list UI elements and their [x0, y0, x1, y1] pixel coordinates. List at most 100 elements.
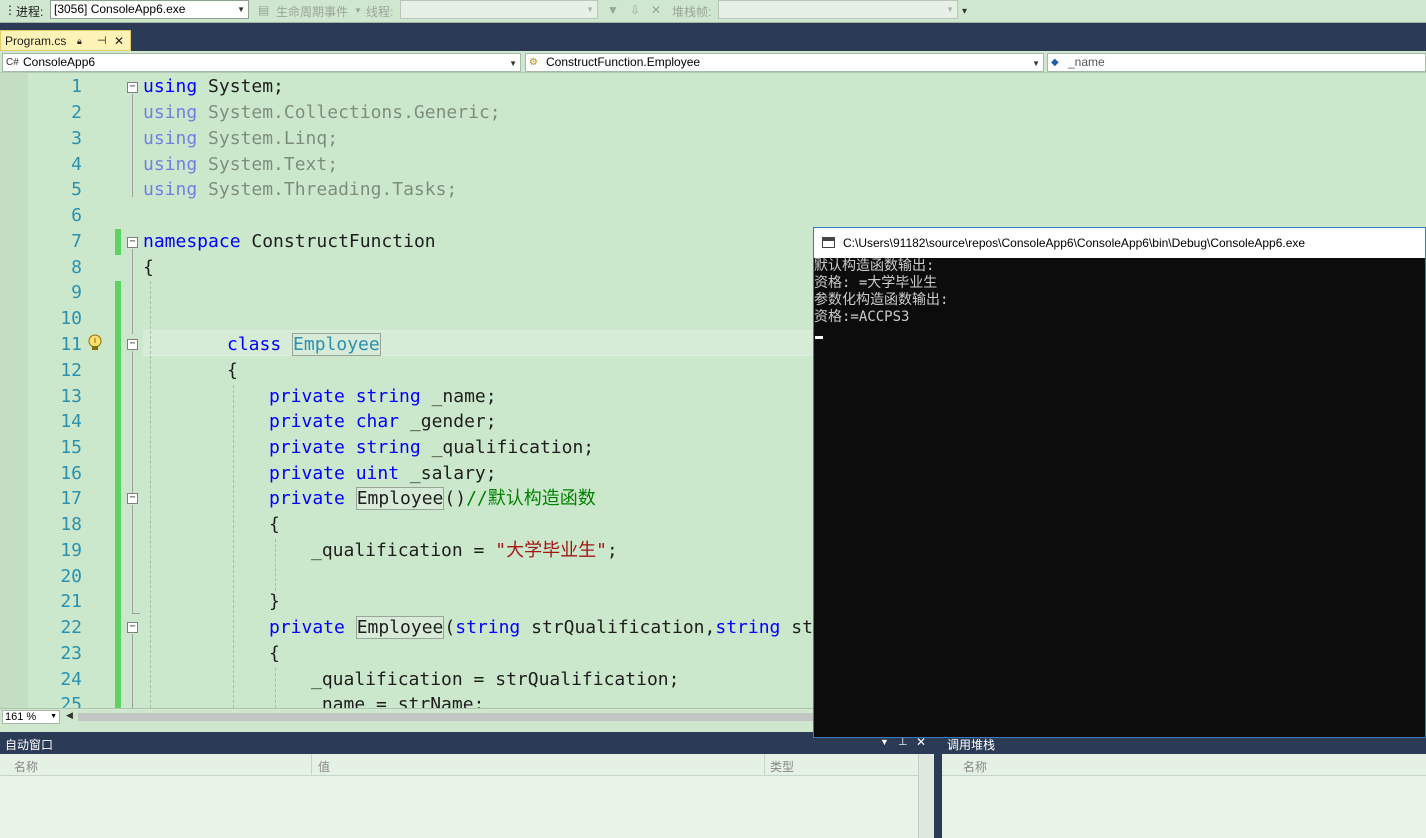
line-number: 24 — [60, 669, 82, 690]
lightbulb-icon[interactable] — [86, 333, 104, 353]
close-icon[interactable]: ✕ — [114, 34, 124, 48]
toolbar-overflow-icon[interactable]: ▾ — [962, 6, 967, 17]
type-dropdown[interactable]: ⚙ ConstructFunction.Employee ▼ — [525, 53, 1044, 72]
code-text: _gender; — [399, 411, 497, 432]
console-window[interactable]: C:\Users\91182\source\repos\ConsoleApp6\… — [813, 227, 1426, 738]
type-name: ConstructFunction.Employee — [546, 55, 701, 69]
method-name: Employee — [355, 616, 445, 639]
keyword: char — [355, 411, 400, 432]
code-text: ( — [444, 617, 456, 638]
string-literal: "大学毕业生" — [495, 540, 607, 561]
fold-line — [132, 94, 133, 197]
keyword: using — [143, 102, 198, 123]
line-number: 18 — [60, 514, 82, 535]
member-name: _name — [1068, 55, 1105, 69]
console-title-text: C:\Users\91182\source\repos\ConsoleApp6\… — [843, 236, 1306, 250]
line-number: 17 — [60, 488, 82, 509]
process-dropdown[interactable]: [3056] ConsoleApp6.exe ▼ — [50, 0, 249, 19]
keyword: uint — [355, 463, 400, 484]
autos-scrollbar[interactable] — [918, 754, 934, 838]
column-divider[interactable] — [764, 754, 765, 776]
column-name[interactable]: 名称 — [963, 758, 987, 775]
code-line: { — [269, 514, 280, 535]
code-line: using System.Threading.Tasks; — [143, 177, 457, 203]
stackframe-dropdown[interactable]: ▼ — [718, 0, 958, 19]
project-dropdown[interactable]: C# ConsoleApp6 ▼ — [2, 53, 521, 72]
field-icon: ◆ — [1051, 57, 1059, 68]
debug-location-toolbar: ⋮ 进程: [3056] ConsoleApp6.exe ▼ ▤ 生命周期事件 … — [0, 0, 1426, 23]
line-number: 23 — [60, 643, 82, 664]
chevron-down-icon: ▼ — [50, 713, 57, 720]
console-output-line: 默认构造函数输出: — [814, 258, 935, 274]
csharp-project-icon: C# — [6, 57, 19, 68]
keyword: private — [269, 463, 345, 484]
lifecycle-events-icon[interactable]: ▤ — [258, 3, 269, 17]
indent-guide — [233, 385, 234, 708]
line-number: 15 — [60, 437, 82, 458]
zoom-value: 161 % — [5, 711, 37, 723]
autos-list[interactable] — [0, 776, 918, 838]
thread-dropdown[interactable]: ▼ — [400, 0, 598, 19]
change-marker — [115, 281, 121, 708]
thread-label: 线程: — [366, 5, 394, 19]
keyword: string — [715, 617, 781, 638]
process-label: 进程: — [16, 5, 44, 19]
line-number: 14 — [60, 411, 82, 432]
collapse-icon[interactable]: − — [127, 339, 138, 350]
toolbar-grip: ⋮ — [4, 3, 16, 17]
keyword: using — [143, 179, 198, 200]
code-line: _qualification = strQualification; — [311, 669, 680, 690]
callstack-list[interactable] — [942, 776, 1426, 838]
line-number: 3 — [71, 128, 82, 149]
class-icon: ⚙ — [529, 57, 538, 68]
code-line: { — [227, 360, 238, 381]
line-number: 8 — [71, 257, 82, 278]
document-tab-strip — [0, 23, 1426, 51]
fold-line — [132, 505, 133, 613]
flag-thread-icon[interactable]: ▼ — [607, 3, 619, 17]
column-divider[interactable] — [311, 754, 312, 776]
tab-program-cs[interactable]: Program.cs 🔒︎ ⊣ ✕ — [0, 30, 131, 51]
pin-icon[interactable]: ⊣ — [97, 34, 107, 47]
fold-line — [132, 249, 133, 334]
code-line: _qualification = "大学毕业生"; — [311, 538, 618, 564]
column-value[interactable]: 值 — [318, 758, 330, 775]
window-position-icon[interactable]: ▼ — [880, 737, 889, 747]
expand-threads-icon[interactable]: ✕ — [651, 3, 661, 17]
code-line: { — [269, 643, 280, 664]
indent-guide — [275, 539, 276, 591]
collapse-icon[interactable]: − — [127, 493, 138, 504]
code-text: strQualification, — [520, 617, 716, 638]
chevron-down-icon: ▼ — [946, 5, 954, 14]
keyword: private — [269, 386, 345, 407]
member-dropdown[interactable]: ◆ _name — [1047, 53, 1426, 72]
column-name[interactable]: 名称 — [14, 758, 38, 775]
column-type[interactable]: 类型 — [770, 758, 794, 775]
code-line: private uint _salary; — [269, 461, 497, 487]
code-text: System; — [197, 76, 284, 97]
panel-divider[interactable] — [934, 732, 942, 838]
line-number: 9 — [71, 282, 82, 303]
console-title-bar[interactable]: C:\Users\91182\source\repos\ConsoleApp6\… — [814, 228, 1425, 258]
code-line: using System.Collections.Generic; — [143, 100, 501, 126]
scroll-left-icon[interactable]: ◀ — [66, 710, 73, 721]
callstack-column-header: 名称 — [942, 754, 1426, 776]
line-number: 19 — [60, 540, 82, 561]
method-name: Employee — [355, 487, 445, 510]
collapse-icon[interactable]: − — [127, 82, 138, 93]
chevron-down-icon: ▼ — [509, 59, 517, 68]
filter-icon[interactable]: ⇩ — [630, 3, 640, 17]
code-line: namespace ConstructFunction — [143, 229, 436, 255]
console-output[interactable]: 默认构造函数输出: 资格: =大学毕业生 参数化构造函数输出: 资格:=ACCP… — [814, 258, 1425, 737]
line-number: 25 — [60, 694, 82, 708]
keyword: private — [269, 617, 345, 638]
code-text: System.Text; — [197, 154, 339, 175]
code-line: using System; — [143, 74, 284, 100]
indent-guide — [275, 668, 276, 708]
keyword: using — [143, 128, 198, 149]
collapse-icon[interactable]: − — [127, 622, 138, 633]
scroll-thumb[interactable] — [78, 713, 818, 721]
navigation-bar: C# ConsoleApp6 ▼ ⚙ ConstructFunction.Emp… — [0, 51, 1426, 73]
zoom-dropdown[interactable]: 161 % ▼ — [2, 710, 60, 724]
collapse-icon[interactable]: − — [127, 237, 138, 248]
